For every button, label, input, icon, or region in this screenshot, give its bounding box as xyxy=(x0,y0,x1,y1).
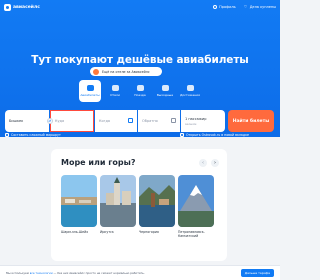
open-ostrovok-label: Открыть Ostrovok.ru в новой вкладке xyxy=(186,133,249,137)
tab-label: Достижения xyxy=(180,93,200,97)
complex-route-label: Составить сложный маршрут xyxy=(11,133,61,137)
page-title: Тут покупают дешёвые авиабилеты xyxy=(31,54,249,66)
chevron-right-icon: › xyxy=(214,160,216,166)
profile-link[interactable]: Профиль xyxy=(213,5,236,9)
search-button[interactable]: Найти билеты xyxy=(228,110,274,132)
section-title: Море или горы? xyxy=(61,158,136,167)
trophy-icon xyxy=(186,85,194,91)
checkbox[interactable] xyxy=(180,133,184,137)
service-tabs: Авиабилеты Отели Поезда Выходные Достиже… xyxy=(79,80,207,102)
destination-card-montenegro[interactable]: Черногория xyxy=(139,175,175,234)
destination-field[interactable]: Куда xyxy=(50,110,94,132)
tab-hotels[interactable]: Отели xyxy=(104,80,126,102)
tab-achievements[interactable]: Достижения xyxy=(179,80,201,102)
cookie-banner: Мы используем все технологии — без них А… xyxy=(0,265,280,280)
tab-label: Авиабилеты xyxy=(80,93,100,97)
destination-card-irkutsk[interactable]: Иркутск xyxy=(100,175,136,234)
departure-date-field[interactable]: Когда xyxy=(95,110,137,132)
calendar-icon xyxy=(128,118,133,123)
recommendations-card: Море или горы? ‹ › Шарм-эль-Шейх Иркутск… xyxy=(51,149,227,261)
calendar-icon xyxy=(171,118,176,123)
cookie-accept-button[interactable]: Дальше тарифа xyxy=(240,269,274,277)
cabin-class: эконом xyxy=(185,121,197,126)
logo-icon xyxy=(4,3,11,11)
logo-text: авиасейлс xyxy=(13,4,40,10)
top-bar: авиасейлс Профиль ♡ Дела куплены xyxy=(0,0,280,14)
return-date-field[interactable]: Обратно xyxy=(138,110,180,132)
heart-icon: ♡ xyxy=(243,4,248,9)
cookie-text: Мы используем все технологии — без них А… xyxy=(6,271,145,275)
destination-photo xyxy=(178,175,214,227)
user-icon xyxy=(213,5,218,9)
swap-icon[interactable]: ⇄ xyxy=(47,118,53,124)
return-placeholder: Обратно xyxy=(142,119,158,123)
destination-photo xyxy=(100,175,136,227)
destination-name: Иркутск xyxy=(100,230,114,234)
tab-label: Отели xyxy=(110,93,120,97)
origin-field[interactable]: Бишкек ⇄ xyxy=(5,110,53,132)
destination-card-kamchatka[interactable]: Петропавловск-Камчатский xyxy=(178,175,214,238)
destination-name: Шарм-эль-Шейх xyxy=(61,230,89,234)
destination-name: Черногория xyxy=(139,230,159,234)
destination-card-sharm[interactable]: Шарм-эль-Шейх xyxy=(61,175,97,234)
departure-placeholder: Когда xyxy=(99,119,111,123)
profile-label: Профиль xyxy=(219,5,236,9)
complex-route-option[interactable]: Составить сложный маршрут xyxy=(5,133,61,137)
tab-weekend[interactable]: Выходные xyxy=(154,80,176,102)
search-form: Бишкек ⇄ Куда Когда Обратно 1 пассажир э… xyxy=(5,110,225,132)
passengers-field[interactable]: 1 пассажир эконом xyxy=(181,110,225,132)
cookie-link[interactable]: все технологии xyxy=(30,271,53,275)
favorites-label: Дела куплены xyxy=(249,5,276,9)
chevron-left-icon: ‹ xyxy=(202,160,204,166)
destination-placeholder: Куда xyxy=(55,119,65,123)
open-ostrovok-option[interactable]: Открыть Ostrovok.ru в новой вкладке xyxy=(180,133,249,137)
promo-text: Ещё на отеле за Авиасейлс xyxy=(102,69,150,74)
destination-photo xyxy=(61,175,97,227)
next-button[interactable]: › xyxy=(211,159,219,167)
promo-icon xyxy=(93,68,99,75)
tab-flights[interactable]: Авиабилеты xyxy=(79,80,101,102)
logo[interactable]: авиасейлс xyxy=(4,3,40,11)
destination-photo xyxy=(139,175,175,227)
train-icon xyxy=(136,85,144,91)
origin-value: Бишкек xyxy=(9,119,24,123)
tab-trains[interactable]: Поезда xyxy=(129,80,151,102)
weekend-icon xyxy=(161,85,169,91)
route-icon xyxy=(5,133,9,137)
destination-name: Петропавловск-Камчатский xyxy=(178,230,205,238)
favorites-link[interactable]: ♡ Дела куплены xyxy=(243,4,276,10)
promo-banner[interactable]: Ещё на отеле за Авиасейлс xyxy=(90,67,162,76)
passengers-value: 1 пассажир xyxy=(185,116,207,121)
tab-label: Выходные xyxy=(156,93,174,97)
prev-button[interactable]: ‹ xyxy=(199,159,207,167)
hotel-icon xyxy=(111,85,119,91)
plane-icon xyxy=(86,85,94,91)
tab-label: Поезда xyxy=(134,93,146,97)
